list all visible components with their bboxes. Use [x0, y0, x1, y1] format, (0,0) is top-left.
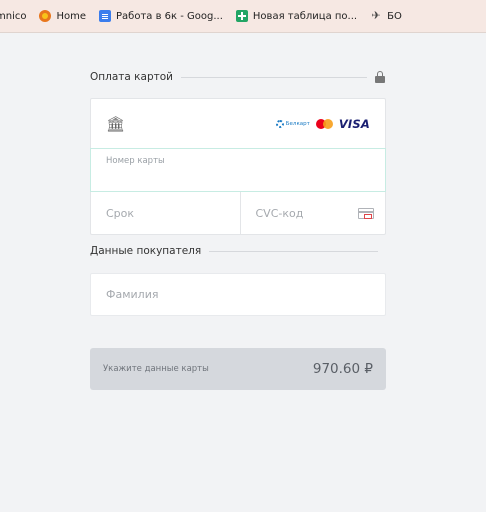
buyer-section-header: Данные покупателя — [90, 245, 386, 257]
bookmark-mnico[interactable]: mnico — [0, 11, 26, 22]
card-brands: Белкарт VISA — [275, 117, 370, 131]
surname-placeholder: Фамилия — [106, 288, 159, 301]
bookmark-new-sheet[interactable]: Новая таблица по... — [235, 10, 358, 22]
lock-icon — [375, 71, 385, 83]
bookmark-label: mnico — [0, 10, 27, 22]
bookmark-home[interactable]: Home — [39, 10, 86, 22]
card-number-label: Номер карты — [106, 156, 165, 166]
bookmark-label: БО — [387, 10, 402, 22]
pay-amount: 970.60 ₽ — [312, 361, 373, 377]
belkart-icon — [275, 120, 284, 128]
home-orange-icon — [39, 10, 52, 22]
bookmark-work-doc[interactable]: Работа в 6к - Goog... — [99, 10, 223, 22]
bank-icon: 🏛 — [106, 115, 126, 133]
bookmark-label: Новая таблица по... — [252, 10, 358, 22]
card-number-field[interactable]: Номер карты — [90, 148, 386, 192]
bookmark-label: Home — [56, 10, 87, 22]
payment-title: Оплата картой — [90, 71, 173, 83]
bookmark-bo[interactable]: ✈ БО — [370, 9, 402, 22]
expiry-field[interactable]: Срок — [91, 192, 240, 234]
expiry-placeholder: Срок — [106, 206, 135, 220]
card-details-row: Срок CVC-код — [91, 192, 385, 234]
divider — [209, 250, 378, 252]
bookmark-label: Работа в 6к - Goog... — [116, 10, 223, 22]
surname-field[interactable]: Фамилия — [90, 273, 386, 316]
visa-logo: VISA — [338, 117, 370, 131]
mastercard-icon — [315, 119, 333, 129]
card-form: 🏛 Белкарт VISA Номер карты Срок CVC-код — [90, 98, 386, 235]
google-docs-icon — [99, 10, 112, 22]
card-back-icon — [358, 207, 374, 219]
payment-section-header: Оплата картой — [90, 71, 386, 83]
buyer-title: Данные покупателя — [90, 245, 202, 257]
divider — [180, 76, 367, 78]
belkart-logo: Белкарт — [275, 120, 310, 128]
bookmarks-bar: mnico Home Работа в 6к - Goog... Новая т… — [0, 0, 486, 33]
pay-button[interactable]: Укажите данные карты 970.60 ₽ — [90, 348, 386, 390]
cvc-placeholder: CVC-код — [255, 206, 304, 220]
belkart-label: Белкарт — [285, 121, 310, 127]
cvc-field[interactable]: CVC-код — [239, 192, 386, 234]
card-brands-row: 🏛 Белкарт VISA — [91, 99, 385, 149]
bird-icon: ✈ — [371, 9, 381, 22]
pay-button-label: Укажите данные карты — [103, 364, 209, 374]
google-sheets-icon — [235, 10, 248, 22]
